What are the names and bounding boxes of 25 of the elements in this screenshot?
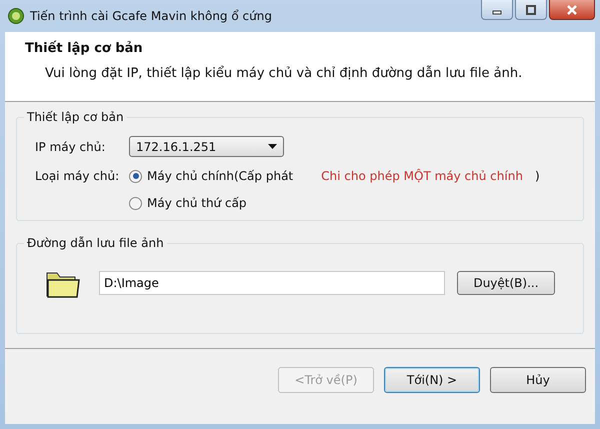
radio-label: Máy chủ chính(Cấp phát (147, 169, 294, 183)
close-button[interactable] (549, 0, 595, 20)
app-icon (8, 8, 24, 24)
parenthesis-text: ) (534, 169, 540, 183)
note-text: Chi cho phép MỘT máy chủ chính (321, 169, 523, 183)
wizard-button[interactable]: Hủy (490, 367, 586, 393)
maximize-button[interactable] (515, 0, 547, 20)
field-label: Loại máy chủ: (34, 169, 120, 183)
window-title: Tiến trình cài Gcafe Mavin không ổ cứng (30, 9, 273, 23)
radio-button[interactable] (129, 196, 142, 210)
maximize-icon (526, 4, 536, 14)
group-title: Đường dẫn lưu file ảnh (24, 236, 167, 250)
close-icon (566, 4, 578, 14)
browse-button[interactable]: Duyệt(B)... (457, 271, 555, 295)
ip-dropdown[interactable]: 172.16.1.251 (129, 136, 284, 157)
field-label: IP máy chủ: (34, 140, 106, 154)
radio-button[interactable] (129, 170, 142, 182)
page-description: Vui lòng đặt IP, thiết lập kiểu máy chủ và chỉ định đường dẫn lưu file ảnh. (44, 66, 524, 81)
minimize-button[interactable] (481, 0, 513, 20)
wizard-button[interactable]: Tới(N) > (384, 367, 480, 393)
path-field[interactable]: D:\Image (99, 271, 445, 295)
radio-label: Máy chủ thứ cấp (147, 196, 247, 210)
group-title: Thiết lập cơ bản (24, 110, 127, 124)
page-title: Thiết lập cơ bản (25, 41, 144, 56)
caret-icon (268, 144, 277, 149)
